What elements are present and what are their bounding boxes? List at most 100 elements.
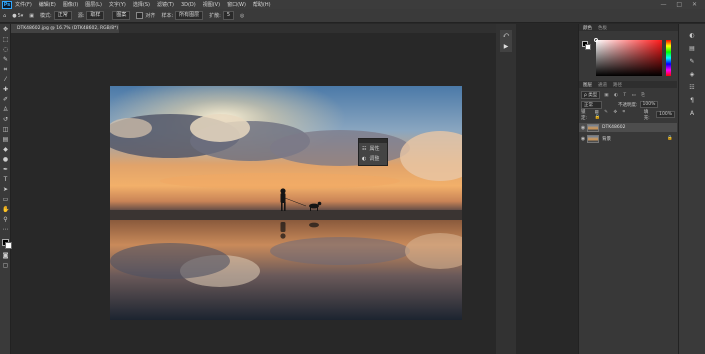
healing-tool-icon[interactable]: ✚ (2, 86, 9, 93)
panel-background-chip[interactable] (585, 44, 591, 50)
diffusion-value[interactable]: 5 (222, 11, 235, 20)
clone-stamp-tool-icon[interactable]: ♙ (2, 106, 9, 113)
sunset-photo (110, 86, 462, 320)
menu-help[interactable]: 帮助(H) (253, 1, 271, 8)
document-image[interactable] (110, 86, 462, 320)
layer-row-dtk48602[interactable]: ◉ DTK48602 (579, 123, 677, 132)
source-sampled[interactable]: 取样 (86, 11, 105, 20)
menu-edit[interactable]: 编辑(E) (39, 1, 56, 8)
tab-color[interactable]: 颜色 (583, 25, 592, 31)
menu-file[interactable]: 文件(F) (15, 1, 32, 8)
path-select-tool-icon[interactable]: ➤ (2, 186, 9, 193)
filter-icons[interactable]: ▣ ◐ T ▭ ⎘ (604, 92, 647, 98)
tab-swatches[interactable]: 色板 (598, 25, 607, 31)
properties-label: 属性 (369, 146, 380, 152)
panel-props-icon[interactable]: ☷ (679, 84, 705, 91)
layer-name: DTK48602 (602, 125, 626, 130)
pressure-icon[interactable]: ◎ (240, 13, 244, 19)
menu-window[interactable]: 窗口(W) (227, 1, 246, 8)
mode-select[interactable]: 正常 (53, 11, 72, 20)
menu-view[interactable]: 视图(V) (203, 1, 220, 8)
actions-play-icon[interactable]: ▶ (500, 43, 512, 50)
panel-adjust-icon[interactable]: ▤ (679, 45, 705, 52)
type-tool-icon[interactable]: T (2, 176, 9, 183)
move-tool-icon[interactable]: ✥ (2, 26, 9, 33)
brush-tool-icon[interactable]: ✐ (2, 96, 9, 103)
tab-layers[interactable]: 图层 (583, 82, 592, 88)
brush-size: 5 (17, 12, 21, 19)
window-controls[interactable]: — □ ✕ (660, 1, 701, 8)
dodge-tool-icon[interactable]: ● (2, 156, 9, 163)
screen-mode-icon[interactable]: ▢ (2, 262, 9, 269)
lock-icons[interactable]: ▦ ✎ ✥ ⌗ 🔒 (594, 109, 637, 120)
source-label: 源: (77, 13, 85, 19)
history-panel-icons: ⤺ ▶ (500, 30, 512, 52)
opacity-label: 不透明度: (618, 102, 638, 108)
options-bar: ⌂ ● 5 ▾ ▣ 模式: 正常 源: 取样 图案 对齐 样本: 所有图层 扩散: 5 ◎ (0, 9, 705, 23)
blend-mode-select[interactable]: 正常 (581, 100, 602, 109)
layer-row-background[interactable]: ◉ 背景 🔒 (579, 134, 677, 143)
blur-tool-icon[interactable]: ◆ (2, 146, 9, 153)
collapsed-panel-strip (496, 24, 516, 354)
photoshop-logo: Ps (2, 0, 12, 9)
panel-layers-icon[interactable]: ◈ (679, 71, 705, 78)
lock-row: 锁定: ▦ ✎ ✥ ⌗ 🔒 填充: 100% (581, 109, 675, 121)
visibility-eye-icon[interactable]: ◉ (579, 125, 587, 131)
history-icon[interactable]: ⤺ (500, 32, 512, 40)
brush-preset-picker[interactable]: ● 5 ▾ (12, 13, 23, 19)
sample-select[interactable]: 所有图层 (175, 11, 204, 20)
home-icon[interactable]: ⌂ (3, 13, 6, 19)
quick-mask-icon[interactable]: ◙ (2, 252, 9, 259)
marquee-tool-icon[interactable]: ⬚ (2, 36, 9, 43)
menu-layer[interactable]: 图层(L) (85, 1, 102, 8)
visibility-eye-icon[interactable]: ◉ (579, 136, 587, 142)
crop-tool-icon[interactable]: ⌗ (2, 66, 9, 73)
background-color-swatch[interactable] (5, 242, 12, 249)
color-picker-field[interactable] (596, 40, 662, 76)
menu-3d[interactable]: 3D(D) (181, 2, 196, 8)
pen-tool-icon[interactable]: ✒ (2, 166, 9, 173)
blend-row: 正常 不透明度: 100% (581, 100, 675, 109)
history-brush-tool-icon[interactable]: ↺ (2, 116, 9, 123)
mode-label: 模式: (40, 13, 52, 19)
mini-panel-adjustments[interactable]: ◐ 调整 (359, 154, 387, 163)
quick-select-tool-icon[interactable]: ✎ (2, 56, 9, 63)
panel-char-icon[interactable]: A (679, 110, 705, 117)
sample-label: 样本: (161, 13, 174, 19)
menu-image[interactable]: 图像(I) (63, 1, 78, 8)
tab-paths[interactable]: 路径 (613, 82, 622, 88)
aligned-checkbox[interactable] (136, 12, 144, 19)
tab-channels[interactable]: 通道 (598, 82, 607, 88)
lasso-tool-icon[interactable]: ◌ (2, 46, 9, 53)
clone-source-icon[interactable]: ▣ (29, 13, 34, 19)
panel-color-icon[interactable]: ◐ (679, 32, 705, 39)
tools-panel: ✥ ⬚ ◌ ✎ ⌗ ⁄ ✚ ✐ ♙ ↺ ◫ ▤ ◆ ● ✒ T ➤ ▭ ✋ ⚲ … (0, 24, 12, 354)
hue-slider[interactable] (666, 40, 671, 76)
eyedropper-tool-icon[interactable]: ⁄ (2, 76, 9, 83)
mini-panel-properties[interactable]: ☷ 属性 (359, 143, 387, 154)
more-tools-icon[interactable]: ⋯ (2, 226, 9, 233)
layer-filter-row: ρ 类型 ▣ ◐ T ▭ ⎘ (581, 90, 675, 99)
eraser-tool-icon[interactable]: ◫ (2, 126, 9, 133)
mini-properties-panel: ☷ 属性 ◐ 调整 (358, 138, 388, 166)
opacity-input[interactable]: 100% (639, 101, 659, 108)
menu-bar: Ps 文件(F) 编辑(E) 图像(I) 图层(L) 文字(Y) 选择(S) 滤… (0, 0, 705, 9)
document-tab[interactable]: DTK48602.jpg @ 16.7% (DTK48602, RGB/8*) … (11, 24, 119, 33)
zoom-tool-icon[interactable]: ⚲ (2, 216, 9, 223)
gradient-tool-icon[interactable]: ▤ (2, 136, 9, 143)
adjustments-label: 调整 (369, 156, 380, 162)
panel-para-icon[interactable]: ¶ (679, 97, 705, 104)
fill-input[interactable]: 100% (656, 111, 675, 118)
menu-type[interactable]: 文字(Y) (109, 1, 126, 8)
hand-tool-icon[interactable]: ✋ (2, 206, 9, 213)
aligned-label: 对齐 (145, 13, 156, 19)
fill-label: 填充: (643, 109, 650, 121)
layer-filter-select[interactable]: ρ 类型 (581, 90, 601, 99)
shape-tool-icon[interactable]: ▭ (2, 196, 9, 203)
diffusion-label: 扩散: (209, 13, 221, 19)
menu-filter[interactable]: 滤镜(T) (157, 1, 174, 8)
menu-select[interactable]: 选择(S) (133, 1, 150, 8)
layers-tab-bar: 图层 通道 路径 (579, 81, 677, 88)
source-pattern[interactable]: 图案 (112, 11, 131, 20)
panel-brush-icon[interactable]: ✎ (679, 58, 705, 65)
